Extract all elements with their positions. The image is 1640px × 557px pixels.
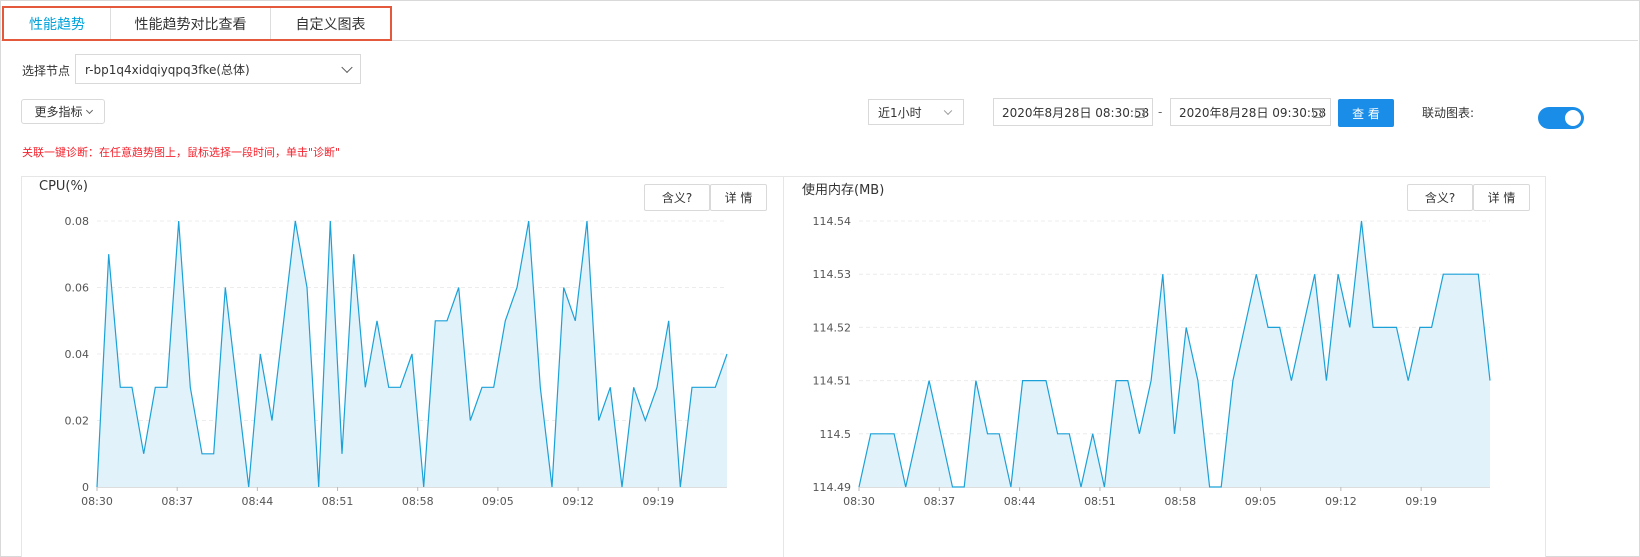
y-tick-label: 114.54 [813, 215, 852, 228]
x-tick-label: 09:19 [642, 495, 674, 508]
toggle-knob [1565, 110, 1581, 126]
x-tick-label: 08:51 [322, 495, 354, 508]
y-tick-label: 114.51 [813, 375, 852, 388]
y-tick-label: 114.52 [813, 321, 852, 334]
y-tick-label: 0.08 [65, 215, 90, 228]
tab-performance-trend[interactable]: 性能趋势 [4, 8, 111, 39]
tab-custom-chart[interactable]: 自定义图表 [271, 8, 390, 39]
y-tick-label: 114.5 [820, 428, 852, 441]
x-tick-label: 08:44 [242, 495, 274, 508]
y-tick-label: 0.06 [65, 282, 90, 295]
time-range-select[interactable]: 近1小时 [868, 99, 964, 125]
x-tick-label: 08:30 [843, 495, 875, 508]
cpu-chart-title: CPU(%) [39, 179, 88, 194]
y-tick-label: 0.02 [65, 415, 90, 428]
x-tick-label: 09:12 [562, 495, 594, 508]
series-area [859, 221, 1490, 487]
node-select[interactable]: r-bp1q4xidqiyqpq3fke(总体) [75, 54, 361, 84]
start-date-value: 2020年8月28日 08:30:58 [1002, 105, 1150, 120]
x-tick-label: 09:05 [482, 495, 514, 508]
calendar-icon [1313, 108, 1323, 118]
link-charts-toggle[interactable] [1538, 107, 1584, 129]
x-tick-label: 08:30 [81, 495, 113, 508]
x-tick-label: 09:12 [1325, 495, 1357, 508]
tab-bar: 性能趋势 性能趋势对比查看 自定义图表 [2, 6, 392, 41]
x-tick-label: 08:37 [923, 495, 955, 508]
x-tick-label: 09:19 [1405, 495, 1437, 508]
query-button[interactable]: 查 看 [1338, 99, 1394, 127]
date-separator: - [1158, 105, 1163, 119]
node-select-value: r-bp1q4xidqiyqpq3fke(总体) [85, 62, 250, 77]
y-tick-label: 114.49 [813, 481, 852, 494]
chevron-down-icon [85, 106, 93, 114]
end-date-input[interactable]: 2020年8月28日 09:30:58 [1170, 98, 1331, 126]
chevron-down-icon [943, 106, 953, 116]
x-tick-label: 08:58 [1164, 495, 1196, 508]
y-tick-label: 0.04 [65, 348, 90, 361]
tab-trend-compare[interactable]: 性能趋势对比查看 [111, 8, 271, 39]
memory-chart[interactable]: 114.49 114.5 114.51 114.52 114.53 114.54 08:30… [784, 207, 1545, 547]
x-tick-label: 08:37 [161, 495, 193, 508]
start-date-input[interactable]: 2020年8月28日 08:30:58 [993, 98, 1153, 126]
chevron-down-icon [341, 61, 353, 74]
x-tick-label: 09:05 [1245, 495, 1277, 508]
node-select-label: 选择节点 [22, 64, 71, 78]
time-range-value: 近1小时 [878, 105, 922, 120]
cpu-chart-panel: CPU(%) 含义? 详 情 0 0.02 0.04 0.06 0.08 08:30 08:… [21, 176, 784, 557]
link-charts-label: 联动图表: [1422, 106, 1475, 120]
more-metrics-button[interactable]: 更多指标 [21, 99, 105, 124]
diagnosis-hint: 关联一键诊断：在任意趋势图上，鼠标选择一段时间，单击"诊断" [22, 146, 341, 159]
calendar-icon [1135, 108, 1145, 118]
cpu-chart[interactable]: 0 0.02 0.04 0.06 0.08 08:30 08:37 08:44 08:51 08:… [22, 207, 783, 547]
x-tick-label: 08:51 [1084, 495, 1116, 508]
y-tick-label: 0 [82, 481, 89, 494]
memory-chart-panel: 使用内存(MB) 含义? 详 情 114.49 114.5 114.51 114.52… [783, 176, 1546, 557]
x-tick-label: 08:58 [402, 495, 434, 508]
more-metrics-label: 更多指标 [34, 105, 83, 119]
y-tick-label: 114.53 [813, 268, 852, 281]
memory-chart-title: 使用内存(MB) [802, 183, 885, 198]
x-tick-label: 08:44 [1004, 495, 1036, 508]
end-date-value: 2020年8月28日 09:30:58 [1179, 105, 1327, 120]
